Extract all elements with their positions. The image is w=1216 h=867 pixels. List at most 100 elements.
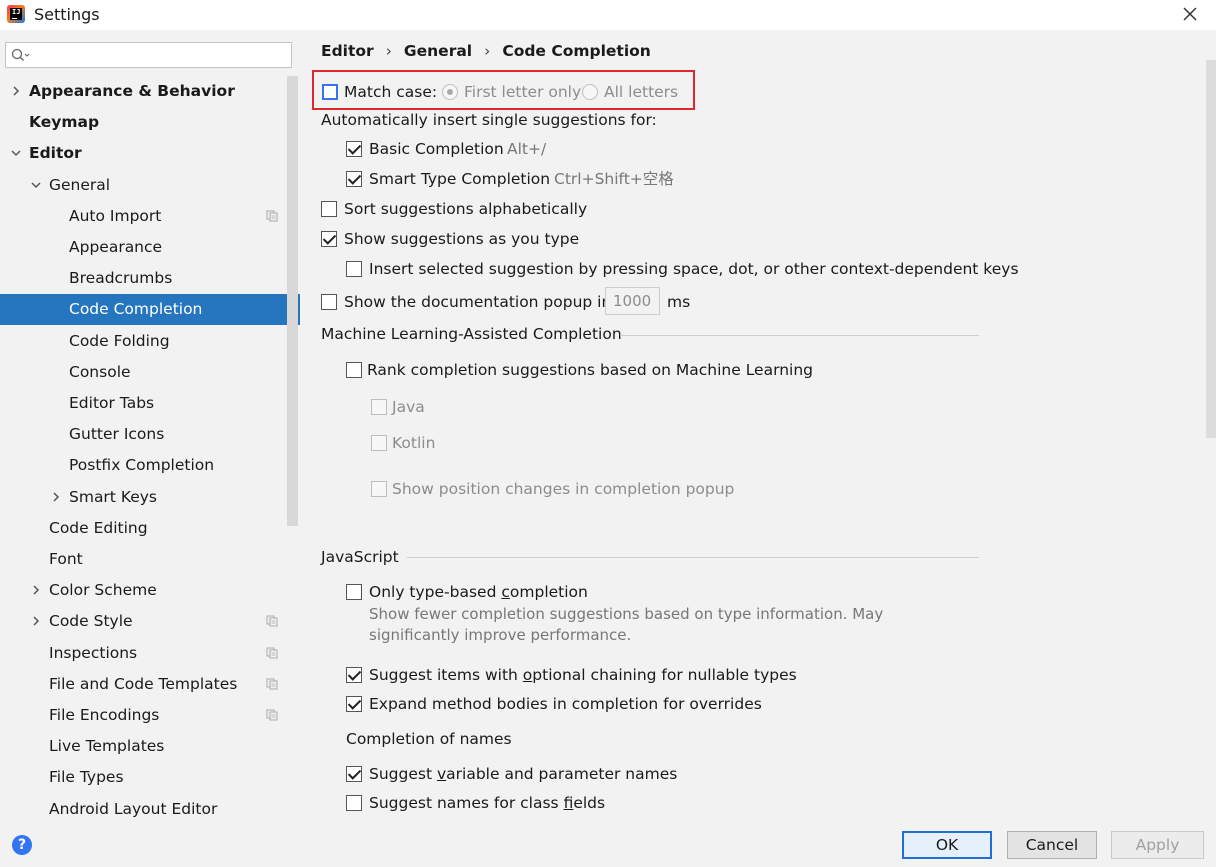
- chevron-down-icon[interactable]: [30, 179, 42, 191]
- project-scope-icon: [266, 678, 278, 690]
- doc-popup-label: Show the documentation popup in: [344, 293, 612, 311]
- breadcrumb-separator: ›: [484, 42, 491, 60]
- sidebar-item-gutter-icons[interactable]: Gutter Icons: [0, 419, 300, 450]
- first-letter-only-radio[interactable]: [442, 84, 458, 100]
- dialog-footer: ? OK Cancel Apply: [0, 819, 1216, 867]
- ml-position-checkbox[interactable]: [371, 481, 387, 497]
- ml-rank-checkbox[interactable]: [346, 362, 362, 378]
- sidebar-item-label: Live Templates: [49, 737, 165, 756]
- chevron-right-icon[interactable]: [10, 85, 22, 97]
- sidebar-item-label: Editor: [29, 144, 82, 163]
- chevron-right-icon[interactable]: [50, 491, 62, 503]
- smart-type-completion-checkbox[interactable]: [346, 171, 362, 187]
- search-input[interactable]: [36, 45, 286, 65]
- smart-type-completion-label: Smart Type Completion: [369, 170, 551, 188]
- sidebar-item-label: File Encodings: [49, 706, 160, 724]
- sort-alphabetically-checkbox[interactable]: [321, 201, 337, 217]
- suggest-class-fields-checkbox[interactable]: [346, 795, 362, 811]
- only-type-based-checkbox[interactable]: [346, 584, 362, 600]
- suggest-variable-row: Suggest variable and parameter names: [346, 763, 846, 785]
- sidebar-item-label: Auto Import: [69, 206, 162, 225]
- optional-chaining-label: Suggest items with optional chaining for…: [369, 666, 797, 684]
- sidebar-item-label: Smart Keys: [69, 487, 157, 506]
- sidebar-item-label: Appearance: [69, 238, 163, 256]
- show-as-you-type-row: Show suggestions as you type: [321, 228, 721, 250]
- basic-completion-checkbox[interactable]: [346, 141, 362, 157]
- ok-button[interactable]: OK: [902, 831, 992, 859]
- chevron-right-icon[interactable]: [30, 584, 42, 596]
- all-letters-radio[interactable]: [582, 84, 598, 100]
- insert-selected-checkbox[interactable]: [346, 261, 362, 277]
- sidebar-item-label: Inspections: [49, 643, 138, 662]
- doc-popup-checkbox[interactable]: [321, 294, 337, 310]
- apply-button[interactable]: Apply: [1111, 831, 1204, 859]
- sidebar-item-label: Console: [69, 362, 131, 381]
- project-scope-icon: [266, 647, 278, 659]
- sidebar-item-font[interactable]: Font: [0, 544, 300, 575]
- window-title: Settings: [34, 5, 100, 24]
- sidebar-item-appearance[interactable]: Appearance: [0, 232, 300, 263]
- insert-selected-label: Insert selected suggestion by pressing s…: [369, 260, 1019, 278]
- chevron-down-icon[interactable]: [10, 147, 22, 159]
- sidebar-item-code-style[interactable]: Code Style: [0, 606, 300, 637]
- breadcrumb-editor[interactable]: Editor: [321, 42, 374, 60]
- sidebar-item-smart-keys[interactable]: Smart Keys: [0, 482, 300, 513]
- breadcrumb-code-completion: Code Completion: [502, 42, 651, 60]
- sidebar-item-general[interactable]: General: [0, 170, 300, 201]
- breadcrumb: Editor › General › Code Completion: [321, 42, 651, 60]
- match-case-row: Match case: First letter only All letter…: [322, 81, 692, 103]
- ml-section-title: Machine Learning-Assisted Completion: [321, 325, 622, 343]
- sidebar-item-label: Code Completion: [69, 300, 203, 319]
- search-field[interactable]: [5, 42, 292, 68]
- sidebar-item-editor[interactable]: Editor: [0, 138, 300, 169]
- suggest-variable-checkbox[interactable]: [346, 766, 362, 782]
- show-as-you-type-checkbox[interactable]: [321, 231, 337, 247]
- sidebar-item-label: Font: [49, 550, 83, 568]
- sidebar-item-file-types[interactable]: File Types: [0, 762, 300, 793]
- ml-kotlin-checkbox[interactable]: [371, 435, 387, 451]
- basic-completion-row: Basic Completion Alt+/: [346, 138, 746, 160]
- sidebar-item-code-editing[interactable]: Code Editing: [0, 513, 300, 544]
- sidebar-item-appearance-behavior[interactable]: Appearance & Behavior: [0, 76, 300, 107]
- chevron-right-icon[interactable]: [30, 615, 42, 627]
- sidebar-item-file-and-code-templates[interactable]: File and Code Templates: [0, 669, 300, 700]
- expand-method-checkbox[interactable]: [346, 696, 362, 712]
- sidebar-item-console[interactable]: Console: [0, 357, 300, 388]
- doc-popup-delay-input[interactable]: 1000: [605, 287, 660, 315]
- close-button[interactable]: [1175, 0, 1205, 28]
- sidebar-item-breadcrumbs[interactable]: Breadcrumbs: [0, 263, 300, 294]
- project-scope-icon: [266, 210, 278, 222]
- help-button[interactable]: ?: [12, 835, 32, 855]
- sidebar-item-label: Postfix Completion: [69, 456, 215, 475]
- sidebar-item-label: Keymap: [29, 113, 100, 132]
- panel-scrollbar[interactable]: [1206, 60, 1216, 438]
- sidebar-item-label: Code Style: [49, 612, 133, 631]
- smart-type-completion-shortcut: Ctrl+Shift+空格: [554, 170, 674, 188]
- sidebar-scrollbar[interactable]: [287, 76, 298, 526]
- completion-names-heading: Completion of names: [346, 730, 512, 748]
- smart-type-completion-row: Smart Type Completion Ctrl+Shift+空格: [346, 168, 746, 190]
- sidebar-item-code-completion[interactable]: Code Completion: [0, 294, 300, 326]
- sort-alphabetically-label: Sort suggestions alphabetically: [344, 200, 588, 218]
- cancel-button[interactable]: Cancel: [1007, 831, 1097, 859]
- ml-java-checkbox[interactable]: [371, 399, 387, 415]
- sidebar-item-color-scheme[interactable]: Color Scheme: [0, 575, 300, 606]
- sidebar-item-editor-tabs[interactable]: Editor Tabs: [0, 388, 300, 419]
- breadcrumb-general[interactable]: General: [404, 42, 472, 60]
- project-scope-icon: [266, 615, 278, 627]
- sidebar-item-auto-import[interactable]: Auto Import: [0, 201, 300, 232]
- sidebar-item-live-templates[interactable]: Live Templates: [0, 731, 300, 762]
- sidebar-item-postfix-completion[interactable]: Postfix Completion: [0, 450, 300, 481]
- intellij-app-icon: IJ: [7, 5, 25, 23]
- sidebar-item-code-folding[interactable]: Code Folding: [0, 326, 300, 357]
- optional-chaining-checkbox[interactable]: [346, 667, 362, 683]
- suggest-class-fields-row: Suggest names for class fields: [346, 792, 846, 814]
- only-type-based-row: Only type-based completion: [346, 581, 746, 603]
- sidebar-item-android-layout-editor[interactable]: Android Layout Editor: [0, 794, 300, 819]
- sidebar-item-keymap[interactable]: Keymap: [0, 107, 300, 138]
- sidebar-item-inspections[interactable]: Inspections: [0, 638, 300, 669]
- ml-java-label: Java: [392, 398, 425, 416]
- sidebar-item-file-encodings[interactable]: File Encodings: [0, 700, 300, 731]
- match-case-checkbox[interactable]: [322, 84, 338, 100]
- title-bar: IJ Settings: [0, 0, 1216, 30]
